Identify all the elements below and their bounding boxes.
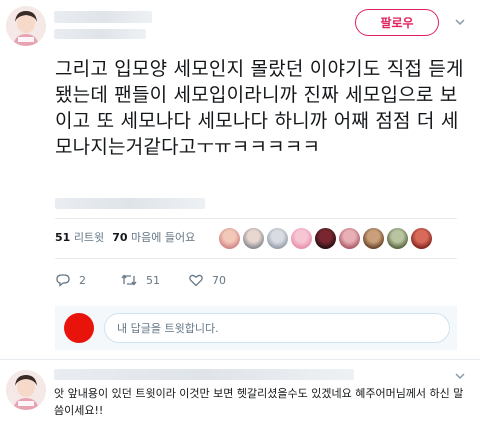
current-user-avatar	[64, 313, 94, 343]
liker-avatar[interactable]	[243, 228, 264, 249]
like-count: 70	[212, 273, 226, 287]
liker-avatar[interactable]	[267, 228, 288, 249]
chevron-down-icon[interactable]	[453, 368, 467, 382]
like-action[interactable]: 70	[188, 272, 226, 288]
liker-avatar[interactable]	[219, 228, 240, 249]
retweet-stat[interactable]: 51 리트윗	[55, 229, 104, 245]
tweet-timestamp-blurred[interactable]	[55, 198, 205, 209]
reply-text: 앗 앞내용이 있던 트윗이라 이것만 보면 헷갈리셨을수도 있겠네요 혜주어머님…	[54, 387, 464, 417]
liker-avatar[interactable]	[339, 228, 360, 249]
retweet-icon	[121, 274, 137, 286]
reply-icon	[56, 274, 70, 287]
tweet-stats: 51 리트윗 70 마음에 들어요	[55, 229, 195, 245]
author-avatar[interactable]	[6, 6, 46, 46]
liker-avatar[interactable]	[411, 228, 432, 249]
like-stat[interactable]: 70 마음에 들어요	[112, 229, 195, 245]
liker-avatar[interactable]	[315, 228, 336, 249]
retweet-stat-count: 51	[55, 231, 71, 244]
divider	[55, 218, 457, 219]
chevron-down-icon[interactable]	[453, 14, 467, 28]
reply-author-name-blurred[interactable]	[54, 369, 354, 380]
author-name-blurred[interactable]	[54, 11, 152, 23]
heart-icon	[189, 274, 203, 287]
tweet-text: 그리고 입모양 세모인지 몰랐던 이야기도 직접 듣게됐는데 팬들이 세모입이라…	[55, 58, 464, 158]
retweet-action[interactable]: 51	[120, 272, 160, 288]
liker-avatar[interactable]	[363, 228, 384, 249]
follow-button[interactable]: 팔로우	[355, 9, 439, 36]
reply-author-avatar[interactable]	[6, 370, 46, 410]
reply-count: 2	[79, 273, 86, 287]
liker-avatar[interactable]	[291, 228, 312, 249]
like-stat-count: 70	[112, 231, 128, 244]
retweet-stat-label: 리트윗	[73, 231, 105, 244]
reply-action[interactable]: 2	[55, 272, 86, 288]
liker-avatar[interactable]	[387, 228, 408, 249]
divider	[55, 258, 457, 259]
author-handle-blurred[interactable]	[54, 29, 146, 39]
retweet-count: 51	[146, 273, 160, 287]
like-stat-label: 마음에 들어요	[131, 231, 196, 244]
reply-input[interactable]: 내 답글을 트윗합니다.	[104, 313, 450, 343]
divider	[0, 359, 480, 360]
